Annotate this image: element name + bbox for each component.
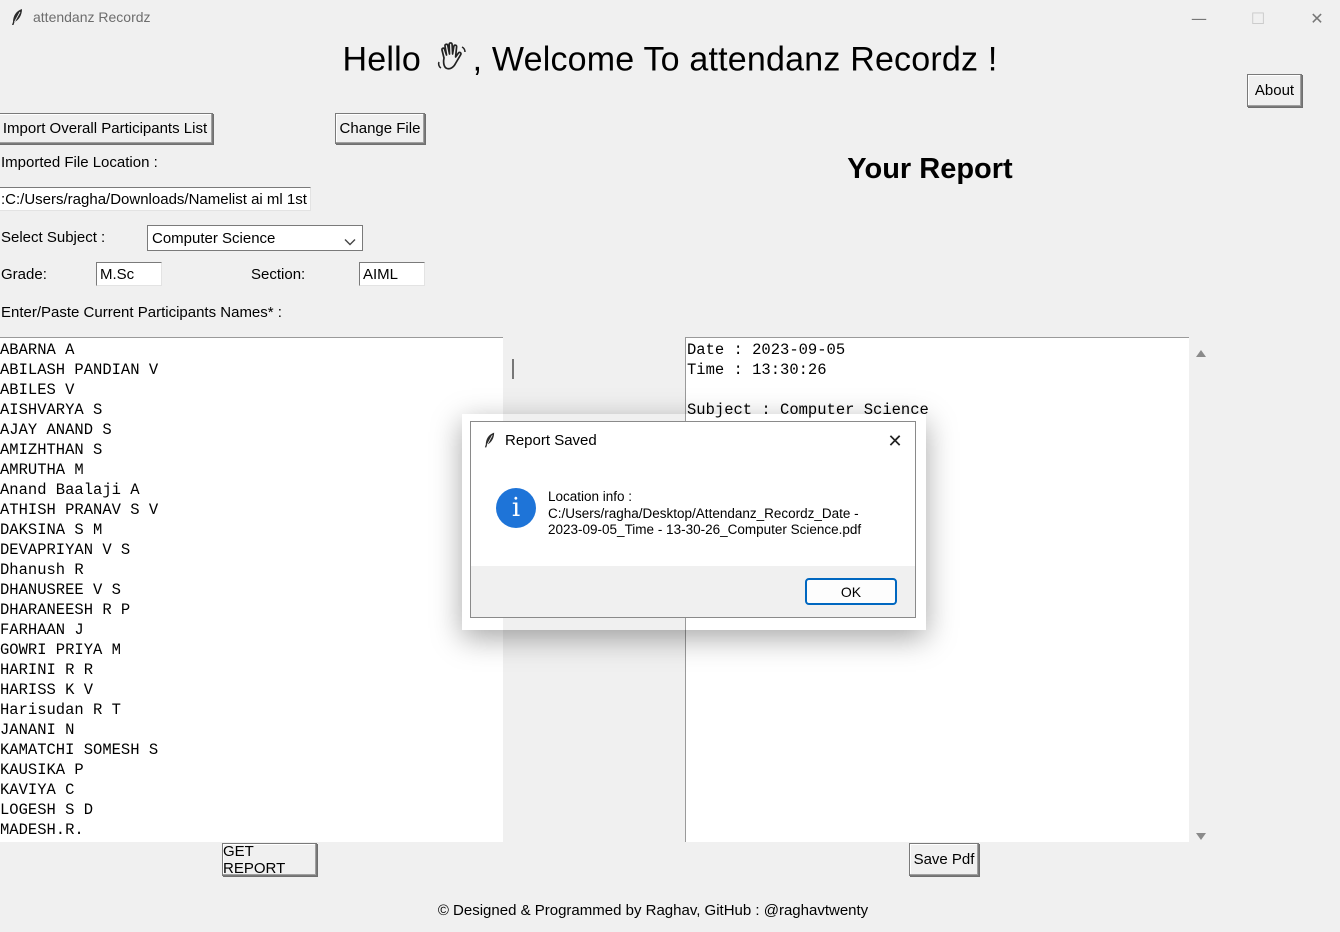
participant-name-line: GOWRI PRIYA M (0, 641, 121, 659)
scroll-down-icon[interactable] (1195, 826, 1207, 845)
subject-select-value: Computer Science (152, 229, 276, 247)
maximize-button[interactable]: ☐ (1229, 0, 1287, 36)
participant-name-line: ABILES V (0, 381, 75, 399)
participant-name-line: Harisudan R T (0, 701, 121, 719)
participant-name-line: DHARANEESH R P (0, 601, 131, 619)
report-line: Time : 13:30:26 (687, 361, 827, 379)
welcome-text-start: Hello (342, 40, 431, 79)
file-location-label: Imported File Location : (1, 154, 158, 171)
participant-name-line: JANANI N (0, 721, 75, 739)
import-participants-button[interactable]: Import Overall Participants List (0, 113, 213, 144)
text-cursor (512, 359, 514, 379)
get-report-button[interactable]: GET REPORT (222, 843, 317, 877)
subject-select[interactable]: Computer Science (147, 225, 363, 251)
dialog-close-button[interactable]: ✕ (875, 426, 915, 456)
participant-name-line: ABARNA A (0, 341, 75, 359)
participant-name-line: HARISS K V (0, 681, 94, 699)
participant-name-line: DEVAPRIYAN V S (0, 541, 131, 559)
report-saved-dialog: Report Saved ✕ i Location info : C:/User… (470, 421, 916, 618)
participant-name-line: KAUSIKA P (0, 761, 84, 779)
chevron-down-icon (344, 233, 356, 250)
feather-dialog-icon (483, 431, 496, 453)
dialog-message: Location info : C:/Users/ragha/Desktop/A… (548, 489, 898, 539)
participant-name-line: KAVIYA C (0, 781, 75, 799)
save-pdf-button[interactable]: Save Pdf (909, 843, 979, 876)
file-location-field[interactable]: :C:/Users/ragha/Downloads/Namelist ai ml… (0, 187, 311, 211)
welcome-heading: Hello , Welcome To attendanz Recordz ! (0, 40, 1340, 83)
participant-name-line: DHANUSREE V S (0, 581, 121, 599)
participant-name-line: Dhanush R (0, 561, 84, 579)
window-title: attendanz Recordz (33, 9, 151, 25)
participant-name-line: Anand Baalaji A (0, 481, 140, 499)
participant-name-line: AISHVARYA S (0, 401, 103, 419)
dialog-message-line: Location info : (548, 489, 633, 504)
ok-button[interactable]: OK (805, 578, 897, 605)
waving-hand-icon (435, 40, 469, 83)
report-line (687, 380, 1189, 400)
participants-textbox[interactable]: ABARNA A ABILASH PANDIAN V ABILES V AISHVAR… (0, 337, 503, 842)
info-icon: i (496, 488, 536, 528)
participant-name-line: AMIZHTHAN S (0, 441, 103, 459)
subject-label: Select Subject : (1, 229, 106, 246)
participant-name-line: DAKSINA S M (0, 521, 103, 539)
section-label: Section: (251, 266, 306, 283)
section-field[interactable]: AIML (359, 262, 425, 286)
participants-label: Enter/Paste Current Participants Names* … (1, 304, 282, 321)
dialog-title: Report Saved (505, 432, 597, 449)
participant-name-line: ABILASH PANDIAN V (0, 361, 159, 379)
report-line: Date : 2023-09-05 (687, 341, 846, 359)
scroll-up-icon[interactable] (1195, 343, 1207, 362)
close-button[interactable]: ✕ (1288, 0, 1340, 36)
participant-name-line: ATHISH PRANAV S V (0, 501, 159, 519)
participant-name-line: AJAY ANAND S (0, 421, 112, 439)
dialog-message-line: 2023-09-05_Time - 13-30-26_Computer Scie… (548, 522, 862, 537)
participant-name-line: KAMATCHI SOMESH S (0, 741, 159, 759)
title-bar (0, 0, 1340, 36)
grade-label: Grade: (1, 266, 47, 283)
participant-name-line: FARHAAN J (0, 621, 84, 639)
welcome-text-end: , Welcome To attendanz Recordz ! (472, 40, 998, 79)
about-button[interactable]: About (1247, 74, 1302, 107)
grade-field[interactable]: M.Sc (96, 262, 162, 286)
footer-credit: © Designed & Programmed by Raghav, GitHu… (437, 902, 869, 919)
report-scrollbar[interactable] (1191, 337, 1211, 842)
participant-name-line: HARINI R R (0, 661, 94, 679)
participant-name-line: AMRUTHA M (0, 461, 84, 479)
dialog-message-line: C:/Users/ragha/Desktop/Attendanz_Recordz… (548, 505, 859, 521)
change-file-button[interactable]: Change File (335, 113, 425, 144)
participant-name-line: MADESH.R. (0, 821, 84, 839)
participant-name-line: LOGESH S D (0, 801, 94, 819)
minimize-button[interactable]: — (1170, 0, 1228, 36)
feather-app-icon (10, 8, 24, 26)
report-title: Your Report (847, 153, 1013, 185)
